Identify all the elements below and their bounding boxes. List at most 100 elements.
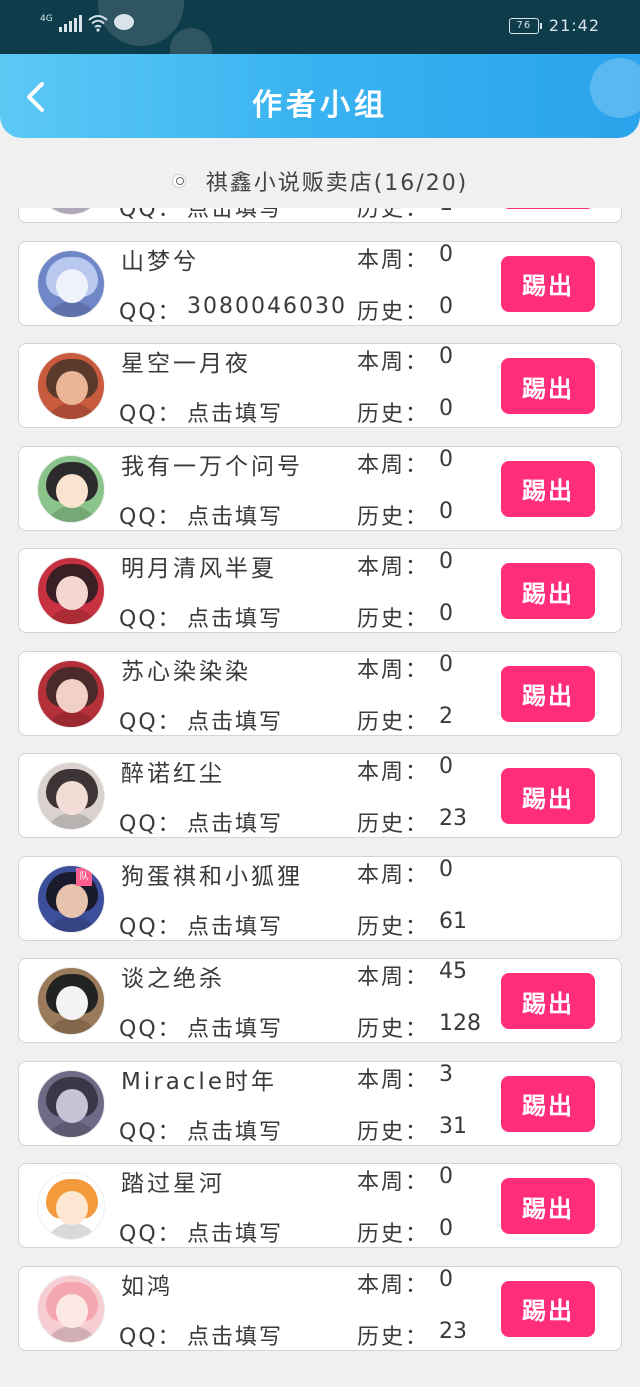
- history-label: 历史：: [357, 914, 430, 940]
- kick-button[interactable]: 踢出: [501, 1280, 595, 1337]
- kick-button[interactable]: 踢出: [501, 1178, 595, 1234]
- week-count: 0: [439, 241, 453, 267]
- kick-button[interactable]: 踢出: [501, 208, 595, 209]
- week-count: 0: [439, 1164, 453, 1189]
- avatar[interactable]: [37, 352, 105, 420]
- week-label: 本周：: [357, 1067, 430, 1093]
- history-count: 0: [439, 293, 453, 319]
- qq-value[interactable]: 点击填写: [187, 1011, 283, 1043]
- history-count: 61: [439, 908, 467, 934]
- qq-value[interactable]: 点击填写: [187, 806, 283, 838]
- qq-label: QQ：: [119, 1119, 182, 1145]
- member-card: 明月清风半夏 QQ： 点击填写 本周： 0 历史： 0 踢出: [18, 548, 622, 633]
- kick-button[interactable]: 踢出: [501, 563, 595, 619]
- member-name: Miracle时年: [121, 1068, 277, 1095]
- clock: 21:42: [548, 16, 600, 35]
- week-count: 0: [439, 549, 453, 574]
- member-name: 如鸿: [121, 1273, 173, 1300]
- avatar[interactable]: [37, 1274, 105, 1343]
- avatar[interactable]: [37, 1172, 105, 1240]
- history-count: 31: [439, 1113, 467, 1139]
- qq-label: QQ：: [119, 914, 182, 940]
- week-count: 0: [439, 651, 453, 677]
- qq-value[interactable]: 点击填写: [187, 909, 283, 941]
- member-list[interactable]: QQ：点击填写本周：历史：1踢出山梦兮QQ：3080046030本周：0历史：0…: [0, 208, 640, 1387]
- avatar[interactable]: [37, 967, 105, 1035]
- member-name: 狗蛋祺和小狐狸: [121, 863, 303, 890]
- status-icons: 4G: [40, 14, 134, 32]
- week-count: 0: [439, 344, 453, 369]
- avatar[interactable]: [37, 249, 105, 318]
- member-card: 苏心染染染 QQ： 点击填写 本周： 0 历史： 2 踢出: [18, 650, 622, 736]
- qq-label: QQ：: [119, 1017, 182, 1042]
- week-label: 本周：: [357, 657, 430, 683]
- qq-label: QQ：: [119, 709, 182, 735]
- kick-button[interactable]: 踢出: [501, 255, 595, 312]
- kick-button[interactable]: 踢出: [501, 358, 595, 414]
- qq-value[interactable]: 点击填写: [187, 208, 283, 223]
- week-label: 本周：: [357, 555, 430, 580]
- kick-button[interactable]: 踢出: [501, 1075, 595, 1132]
- history-count: 2: [439, 703, 453, 729]
- avatar[interactable]: [37, 659, 105, 728]
- week-label: 本周：: [357, 965, 430, 990]
- message-icon: [113, 14, 134, 30]
- qq-value[interactable]: 点击填写: [187, 396, 283, 428]
- week-count: 0: [439, 856, 453, 882]
- history-label: 历史：: [357, 1324, 430, 1350]
- avatar[interactable]: [37, 762, 105, 830]
- avatar[interactable]: [37, 454, 105, 523]
- week-count: 0: [439, 754, 453, 779]
- history-count: 23: [439, 1318, 467, 1344]
- history-label: 历史：: [357, 1017, 430, 1042]
- member-card: 如鸿 QQ： 点击填写 本周： 0 历史： 23 踢出: [18, 1265, 622, 1351]
- history-label: 历史：: [357, 812, 430, 837]
- qq-label: QQ：: [119, 402, 182, 427]
- group-info: 祺鑫小说贩卖店(16/20): [0, 165, 640, 197]
- group-icon: [171, 174, 186, 188]
- kick-button[interactable]: 踢出: [501, 460, 595, 517]
- kick-button[interactable]: 踢出: [501, 665, 595, 722]
- qq-value[interactable]: 点击填写: [187, 1319, 283, 1351]
- kick-button[interactable]: 踢出: [501, 768, 595, 824]
- qq-value[interactable]: 3080046030: [187, 294, 347, 319]
- qq-value[interactable]: 点击填写: [187, 1216, 283, 1248]
- qq-label: QQ：: [119, 504, 182, 530]
- qq-label: QQ：: [119, 1324, 182, 1350]
- qq-value[interactable]: 点击填写: [187, 499, 283, 531]
- member-card: Miracle时年 QQ： 点击填写 本周： 3 历史： 31 踢出: [18, 1060, 622, 1146]
- member-card: 我有一万个问号 QQ： 点击填写 本周： 0 历史： 0 踢出: [18, 445, 622, 531]
- member-name: 踏过星河: [121, 1171, 225, 1197]
- history-label: 历史：: [357, 208, 430, 222]
- qq-value[interactable]: 点击填写: [187, 1114, 283, 1146]
- qq-value[interactable]: 点击填写: [187, 704, 283, 736]
- wifi-icon: [88, 15, 108, 32]
- history-label: 历史：: [357, 299, 430, 325]
- group-name: 祺鑫小说贩卖店(16/20): [205, 171, 469, 196]
- week-label: 本周：: [357, 760, 430, 785]
- qq-label: QQ：: [119, 1222, 182, 1247]
- week-count: 45: [439, 959, 467, 984]
- member-card: 醉诺红尘 QQ： 点击填写 本周： 0 历史： 23 踢出: [18, 753, 622, 838]
- history-count: 1: [439, 208, 453, 216]
- avatar[interactable]: [37, 1069, 105, 1138]
- history-count: 0: [439, 498, 453, 524]
- history-label: 历史：: [357, 1119, 430, 1145]
- member-card: 山梦兮 QQ： 3080046030 本周： 0 历史： 0 踢出: [18, 240, 622, 326]
- member-card: 星空一月夜 QQ： 点击填写 本周： 0 历史： 0 踢出: [18, 343, 622, 428]
- status-bar: 4G 76 21:42: [0, 0, 640, 54]
- status-right: 76 21:42: [508, 16, 600, 35]
- battery-icon: 76: [508, 17, 542, 34]
- avatar[interactable]: [37, 557, 105, 625]
- kick-button[interactable]: 踢出: [501, 973, 595, 1029]
- app-header: 作者小组: [0, 54, 640, 138]
- network-type: 4G: [40, 14, 53, 24]
- avatar[interactable]: 队: [37, 864, 105, 933]
- qq-value[interactable]: 点击填写: [187, 601, 283, 633]
- avatar[interactable]: [37, 208, 105, 215]
- history-label: 历史：: [357, 504, 430, 530]
- member-card: 踏过星河 QQ： 点击填写 本周： 0 历史： 0 踢出: [18, 1163, 622, 1248]
- history-count: 128: [439, 1011, 481, 1036]
- member-name: 我有一万个问号: [121, 453, 303, 480]
- week-label: 本周：: [357, 452, 430, 478]
